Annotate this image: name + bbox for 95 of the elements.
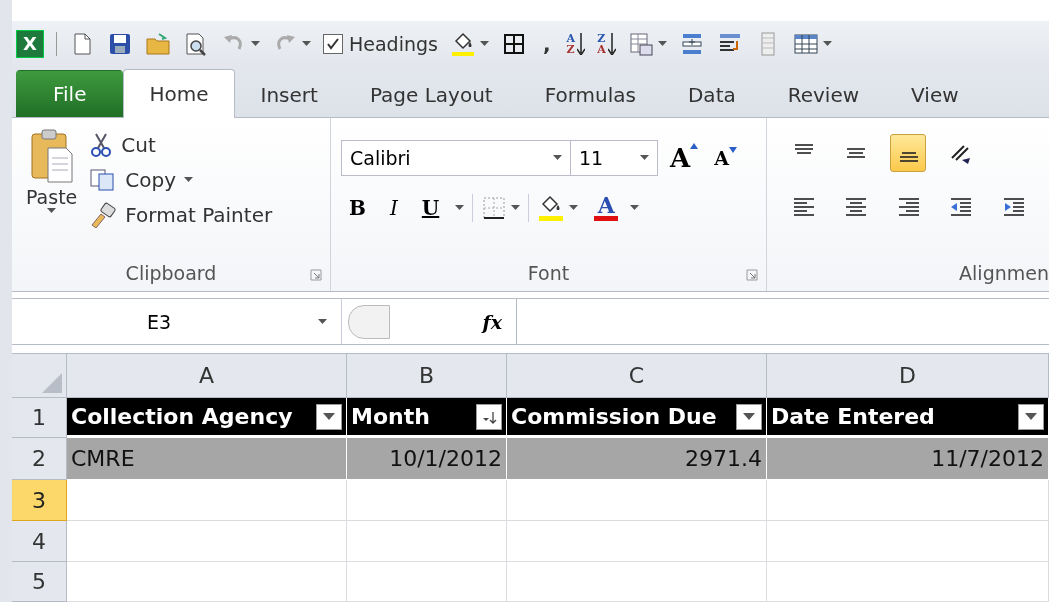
ribbon-tab[interactable]: Data xyxy=(661,71,762,117)
table-cell: 10/1/2012 xyxy=(389,446,502,471)
table-cell[interactable] xyxy=(767,480,1049,521)
font-color-button[interactable]: A xyxy=(586,194,627,222)
bold-button[interactable]: B xyxy=(341,195,374,220)
ribbon-tab[interactable]: Page Layout xyxy=(343,71,519,117)
dialog-launcher-icon[interactable] xyxy=(310,269,322,282)
grow-font-button[interactable]: A xyxy=(666,142,703,173)
dropdown-icon xyxy=(323,413,335,420)
dropdown-icon xyxy=(184,177,194,183)
table-cell[interactable] xyxy=(507,562,767,602)
dropdown-icon xyxy=(743,413,755,420)
borders-icon[interactable] xyxy=(481,194,508,221)
formula-bar-grip[interactable] xyxy=(348,305,390,340)
filter-button[interactable] xyxy=(1018,403,1044,430)
table-header-cell: Date Entered xyxy=(771,404,935,429)
font-size-field[interactable]: 11 xyxy=(570,139,658,176)
checkbox-label: Headings xyxy=(349,32,438,55)
dropdown-icon xyxy=(479,41,489,47)
column-header[interactable]: A xyxy=(67,354,347,398)
table-header-cell: Collection Agency xyxy=(71,404,293,429)
dropdown-icon xyxy=(251,41,260,47)
dropdown-icon xyxy=(822,41,832,47)
table-cell: 2971.4 xyxy=(685,446,762,471)
column-header[interactable]: B xyxy=(347,354,507,398)
align-bottom-icon[interactable] xyxy=(889,133,926,172)
insert-function-button[interactable]: fx xyxy=(482,310,502,333)
filter-button[interactable] xyxy=(736,403,762,430)
brush-icon xyxy=(89,201,118,228)
dropdown-icon xyxy=(569,205,579,211)
row-header[interactable]: 3 xyxy=(12,480,67,521)
row-header[interactable]: 2 xyxy=(12,438,67,480)
table-cell[interactable] xyxy=(347,521,507,562)
ribbon-tab[interactable]: Formulas xyxy=(518,71,662,117)
ribbon-tab[interactable]: View xyxy=(885,71,985,117)
row-header[interactable]: 5 xyxy=(12,562,67,602)
checkbox[interactable] xyxy=(323,33,343,54)
fill-color-icon[interactable] xyxy=(537,193,566,222)
cut-button[interactable]: Cut xyxy=(85,129,277,160)
table-cell[interactable] xyxy=(507,521,767,562)
copy-button[interactable]: Copy xyxy=(85,165,277,194)
font-name-field[interactable]: Calibri xyxy=(341,139,571,176)
paste-button[interactable]: Paste xyxy=(12,117,86,256)
shrink-font-button[interactable]: A xyxy=(710,146,741,169)
table-cell: 11/7/2012 xyxy=(931,446,1044,471)
comma-style-button[interactable]: , xyxy=(538,31,555,56)
dropdown-icon xyxy=(657,41,667,47)
table-cell[interactable] xyxy=(767,562,1049,602)
scissors-icon xyxy=(89,131,114,158)
sort-button[interactable]: A Z xyxy=(566,32,586,55)
dropdown-icon xyxy=(511,205,521,211)
up-arrow-icon xyxy=(690,142,699,149)
table-cell[interactable] xyxy=(507,480,767,521)
dropdown-icon xyxy=(47,207,57,213)
table-cell: CMRE xyxy=(71,446,135,471)
dropdown-icon xyxy=(553,155,562,161)
table-cell[interactable] xyxy=(767,521,1049,562)
dropdown-icon xyxy=(455,205,465,211)
table-cell[interactable] xyxy=(67,521,347,562)
dropdown-icon xyxy=(640,155,649,161)
down-arrow-icon xyxy=(728,146,737,153)
column-header[interactable]: C xyxy=(507,354,767,398)
group-label: Font xyxy=(527,262,570,285)
fill-color-icon[interactable] xyxy=(449,30,476,57)
format-painter-button[interactable]: Format Painter xyxy=(85,199,277,230)
group-label: Alignmen xyxy=(959,262,1049,285)
dropdown-icon xyxy=(630,205,640,211)
ribbon-tab[interactable]: Review xyxy=(761,71,886,117)
clipboard-icon xyxy=(29,127,74,186)
row-header[interactable]: 1 xyxy=(12,398,67,438)
app-logo: X xyxy=(16,29,44,58)
table-format-icon[interactable] xyxy=(627,30,654,57)
dropdown-icon xyxy=(1025,413,1037,420)
dropdown-icon xyxy=(302,41,311,47)
group-label: Clipboard xyxy=(125,262,217,285)
file-menu-button[interactable]: File xyxy=(16,69,124,117)
name-box[interactable]: E3 xyxy=(12,299,342,344)
column-header[interactable]: D xyxy=(767,354,1049,398)
row-header[interactable]: 4 xyxy=(12,521,67,562)
sort-button[interactable]: Z A xyxy=(597,32,616,55)
filter-button[interactable] xyxy=(316,403,342,430)
ribbon-tab[interactable]: Insert xyxy=(234,71,344,117)
ribbon-tab[interactable]: Home xyxy=(123,68,235,118)
dropdown-icon xyxy=(318,319,327,325)
table-cell[interactable] xyxy=(347,480,507,521)
table-cell[interactable] xyxy=(67,480,347,521)
folder-icon[interactable] xyxy=(145,30,171,57)
table-cell[interactable] xyxy=(67,562,347,602)
table-header-cell: Month xyxy=(351,404,430,429)
italic-button[interactable]: I xyxy=(381,195,406,220)
underline-button[interactable]: U xyxy=(413,195,448,220)
table-header-cell: Commission Due xyxy=(511,404,717,429)
dialog-launcher-icon[interactable] xyxy=(746,269,758,282)
table-cell[interactable] xyxy=(347,562,507,602)
sort-filter-button[interactable] xyxy=(476,403,502,430)
